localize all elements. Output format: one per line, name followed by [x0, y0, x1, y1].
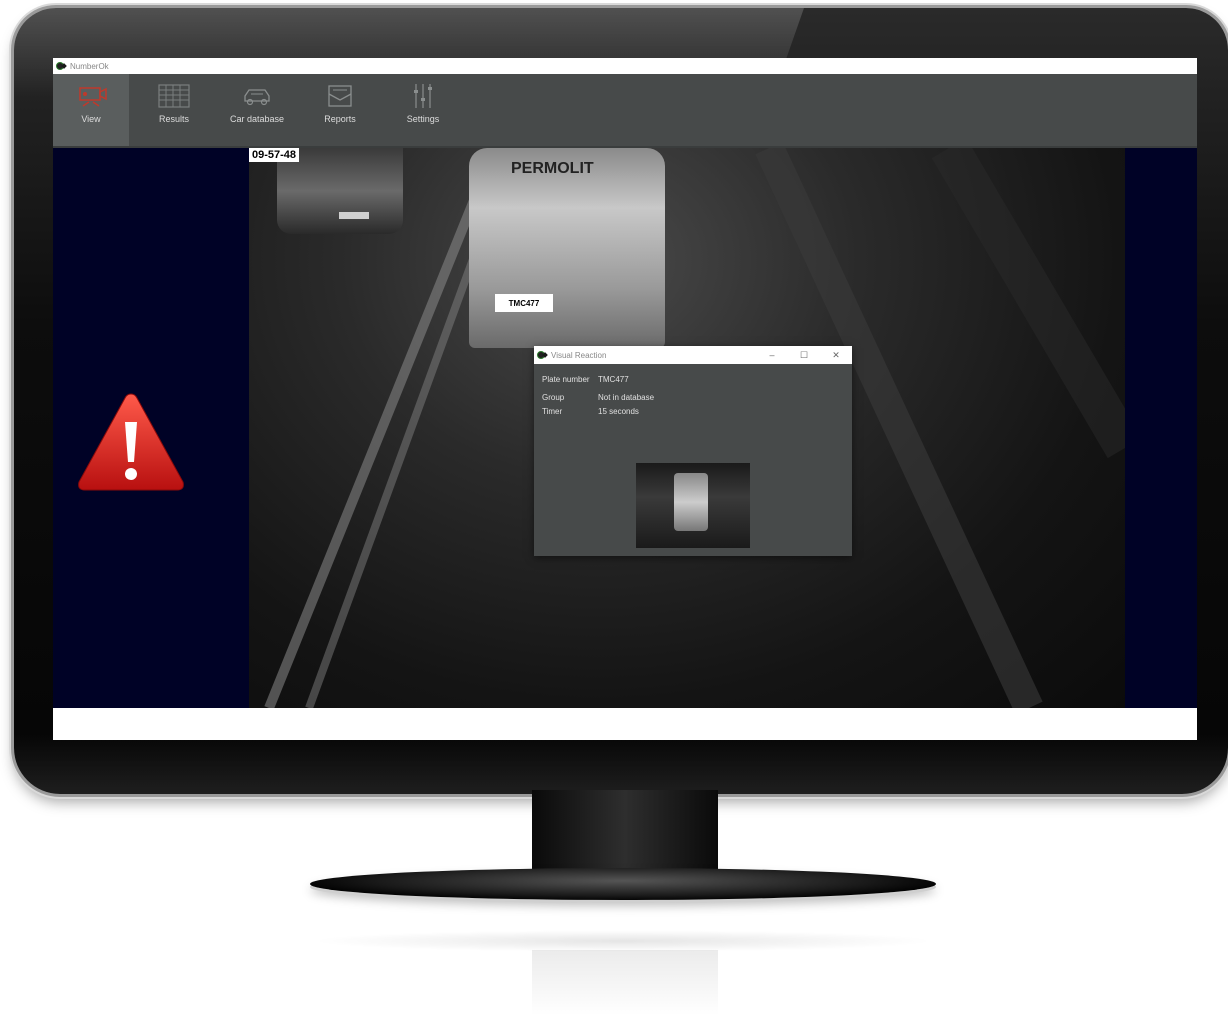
app-title: NumberOk: [70, 61, 109, 71]
neck-reflection: [532, 950, 718, 1016]
van-image: [469, 148, 665, 348]
car-left-plate: [339, 212, 369, 219]
results-grid-icon: [158, 84, 190, 108]
bezel-chin-gloss: [14, 734, 1228, 794]
stand-reflection: [310, 930, 936, 952]
toolbar-settings-button[interactable]: Settings: [385, 74, 461, 146]
dialog-titlebar: Visual Reaction – ☐ ✕: [534, 346, 852, 364]
toolbar-car-database-label: Car database: [229, 114, 285, 124]
car-icon: [244, 89, 270, 106]
timer-row: Timer 15 seconds: [542, 404, 852, 418]
toolbar-car-database-button[interactable]: Car database: [219, 74, 295, 146]
dialog-title: Visual Reaction: [551, 350, 607, 360]
toolbar-reports-button[interactable]: Reports: [302, 74, 378, 146]
main-toolbar: View Results Car database Reports Settin…: [53, 74, 1197, 148]
maximize-button[interactable]: ☐: [788, 350, 820, 361]
toolbar-results-label: Results: [158, 114, 189, 124]
timer-label: Timer: [542, 406, 563, 416]
toolbar-settings-label: Settings: [406, 114, 440, 124]
dialog-logo-icon: [537, 351, 547, 359]
camera-alert-icon: [79, 87, 107, 107]
toolbar-view-label: View: [81, 114, 101, 124]
envelope-report-icon: [328, 85, 352, 107]
minimize-button[interactable]: –: [756, 350, 788, 360]
group-label: Group: [542, 392, 565, 402]
vehicle-thumbnail: [636, 463, 750, 548]
plate-number-row: Plate number TMC477: [542, 372, 852, 386]
status-strip: [53, 708, 1197, 740]
view-content: PERMOLIT 09-57-48 TMC477 Visual Reaction…: [53, 148, 1197, 708]
dialog-body: Plate number TMC477 Group Not in databas…: [534, 364, 852, 418]
alert-warning-icon: [78, 393, 184, 491]
visual-reaction-dialog: Visual Reaction – ☐ ✕ Plate number TMC47…: [534, 346, 852, 556]
monitor-stand-neck: [532, 790, 718, 876]
group-row: Group Not in database: [542, 390, 852, 404]
close-button[interactable]: ✕: [820, 350, 852, 361]
app-titlebar: NumberOk: [53, 58, 1197, 74]
group-value: Not in database: [598, 392, 655, 402]
sliders-icon: [414, 84, 432, 108]
plate-number-value: TMC477: [598, 374, 629, 384]
plate-number-label: Plate number: [542, 374, 590, 384]
timer-value: 15 seconds: [598, 406, 639, 416]
toolbar-reports-label: Reports: [324, 114, 356, 124]
van-brand-text: PERMOLIT: [511, 160, 594, 177]
toolbar-view-button[interactable]: View: [53, 74, 129, 146]
monitor-stand-base: [310, 868, 936, 900]
toolbar-results-button[interactable]: Results: [136, 74, 212, 146]
app-logo-icon: [56, 62, 66, 70]
plate-recognition-label: TMC477: [495, 294, 553, 312]
camera-feed: PERMOLIT 09-57-48 TMC477 Visual Reaction…: [249, 148, 1125, 708]
thumbnail-van: [674, 473, 708, 531]
app-screen: NumberOk View Results Car database Repor…: [53, 58, 1197, 740]
camera-timestamp: 09-57-48: [249, 148, 300, 162]
